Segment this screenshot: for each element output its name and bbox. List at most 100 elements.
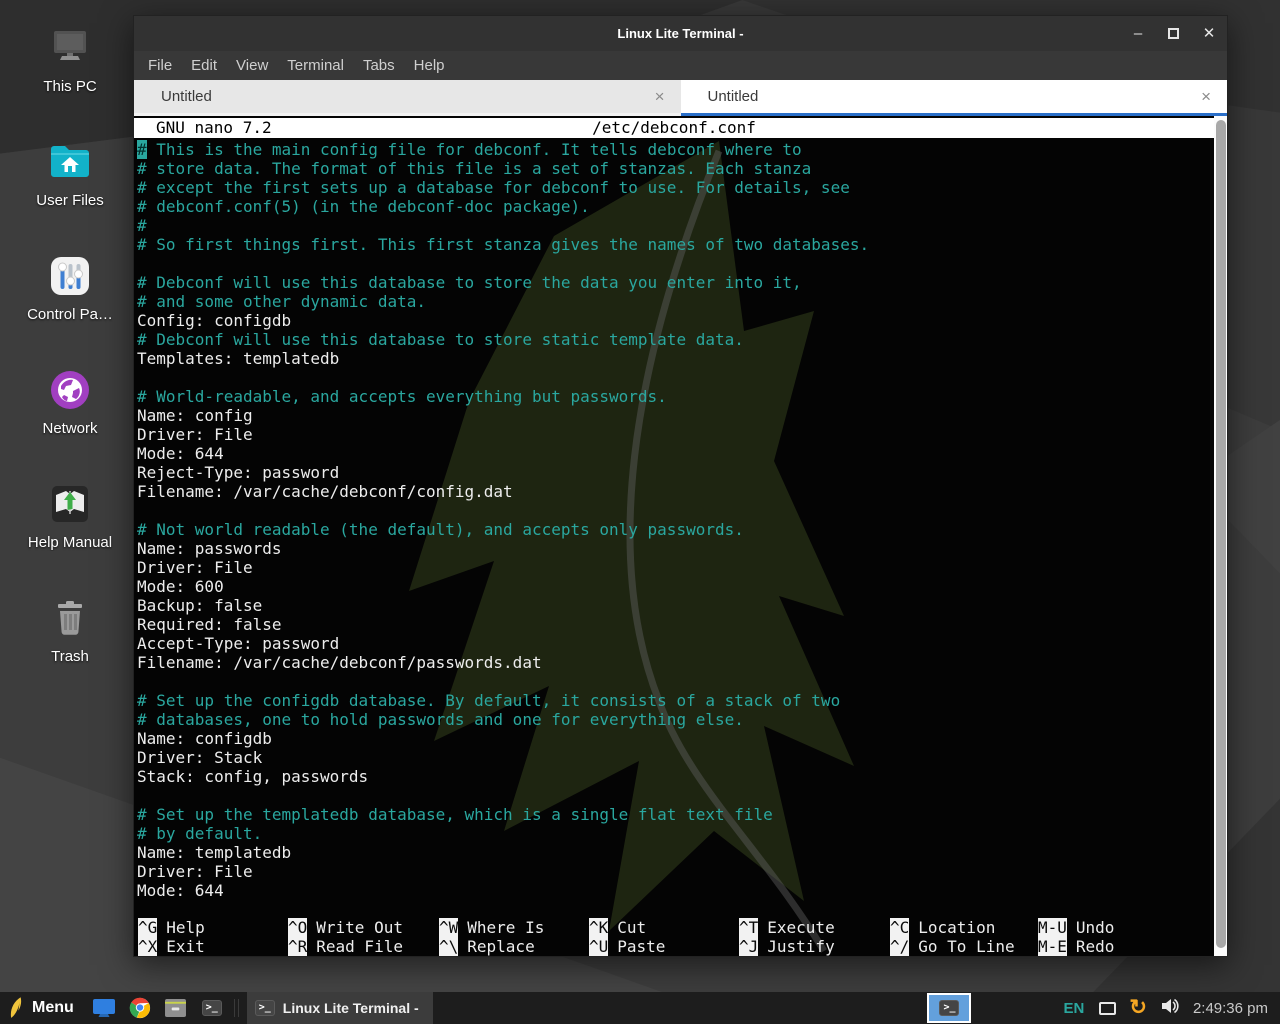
desktop-icon-user-files[interactable]: User Files <box>8 138 132 248</box>
display-tray-icon[interactable] <box>1099 1002 1116 1015</box>
tab-label: Untitled <box>708 88 759 105</box>
nano-line: Driver: File <box>137 558 1211 577</box>
desktop-icon-this-pc[interactable]: This PC <box>8 24 132 134</box>
archive-manager-icon[interactable] <box>163 995 189 1021</box>
nano-file-path: /etc/debconf.conf <box>134 118 1214 138</box>
terminal-launcher-icon[interactable]: >_ <box>199 995 225 1021</box>
taskbar: Menu >_ <box>0 992 1280 1024</box>
shortcut-key: ^G <box>138 918 157 937</box>
tab-untitled-1[interactable]: Untitled × <box>134 80 681 116</box>
nano-line: Driver: File <box>137 425 1211 444</box>
terminal-scrollbar[interactable] <box>1214 116 1227 956</box>
nano-line: # databases, one to hold passwords and o… <box>137 710 1211 729</box>
shortcut-key: M-E <box>1038 937 1067 956</box>
terminal-menubar: File Edit View Terminal Tabs Help <box>134 51 1227 80</box>
tab-label: Untitled <box>161 88 212 105</box>
menu-terminal[interactable]: Terminal <box>278 54 353 77</box>
manual-book-icon <box>46 480 94 528</box>
nano-line: # <box>137 216 1211 235</box>
nano-line: # Set up the configdb database. By defau… <box>137 691 1211 710</box>
globe-icon <box>46 366 94 414</box>
nano-line: # Not world readable (the default), and … <box>137 520 1211 539</box>
minimize-button[interactable]: – <box>1130 26 1146 42</box>
nano-shortcut: M-ERedo <box>1038 937 1114 956</box>
nano-buffer[interactable]: # This is the main config file for debco… <box>137 140 1211 900</box>
nano-shortcut: ^C Location <box>890 918 995 937</box>
desktop-icon-help-manual[interactable]: Help Manual <box>8 480 132 590</box>
desktop-icon-label: Help Manual <box>8 534 132 551</box>
nano-line: Mode: 600 <box>137 577 1211 596</box>
desktop-icon-label: Trash <box>8 648 132 665</box>
nano-shortcut: M-UUndo <box>1038 918 1114 937</box>
nano-line: # Set up the templatedb database, which … <box>137 805 1211 824</box>
nano-shortcut: ^R Read File <box>288 937 403 956</box>
desktop-icon-network[interactable]: Network <box>8 366 132 476</box>
terminal-screen[interactable]: /etc/debconf.conf GNU nano 7.2 # This is… <box>134 116 1227 956</box>
desktop-icon-trash[interactable]: Trash <box>8 594 132 704</box>
chrome-icon[interactable] <box>127 995 153 1021</box>
task-button-terminal[interactable]: >_ Linux Lite Terminal - <box>247 992 433 1024</box>
shortcut-label: Paste <box>617 937 665 956</box>
nano-shortcut: ^OWrite Out <box>288 918 403 937</box>
scrollbar-thumb[interactable] <box>1216 120 1226 948</box>
shortcut-label: Replace <box>467 937 534 956</box>
menu-tabs[interactable]: Tabs <box>354 54 404 77</box>
nano-line: Config: configdb <box>137 311 1211 330</box>
show-desktop-icon[interactable] <box>91 995 117 1021</box>
nano-shortcut: ^G Help <box>138 918 205 937</box>
nano-line: Name: configdb <box>137 729 1211 748</box>
nano-line: # So first things first. This first stan… <box>137 235 1211 254</box>
menu-view[interactable]: View <box>227 54 277 77</box>
updates-tray-icon[interactable]: ↻ <box>1129 998 1147 1018</box>
computer-icon <box>46 24 94 72</box>
desktop-icon-label: User Files <box>8 192 132 209</box>
nano-line: # by default. <box>137 824 1211 843</box>
menu-button[interactable]: Menu <box>32 999 74 1017</box>
terminal-task-icon: >_ <box>255 1000 275 1016</box>
sliders-icon <box>46 252 94 300</box>
shortcut-key: ^T <box>739 918 758 937</box>
keyboard-layout-indicator[interactable]: EN <box>1063 1000 1084 1017</box>
shortcut-key: ^C <box>890 918 909 937</box>
nano-line: Name: config <box>137 406 1211 425</box>
nano-line: Reject-Type: password <box>137 463 1211 482</box>
nano-line <box>137 254 1211 273</box>
close-button[interactable]: ✕ <box>1201 26 1217 42</box>
menu-edit[interactable]: Edit <box>182 54 226 77</box>
linux-lite-logo-icon[interactable] <box>8 996 26 1020</box>
clock[interactable]: 2:49:36 pm <box>1193 1000 1268 1017</box>
menu-file[interactable]: File <box>139 54 181 77</box>
nano-shortcut: ^WWhere Is <box>439 918 544 937</box>
nano-line: Driver: Stack <box>137 748 1211 767</box>
volume-icon[interactable] <box>1161 998 1179 1019</box>
tray-focused-terminal-icon[interactable]: >_ <box>927 993 971 1023</box>
nano-line: # debconf.conf(5) (in the debconf-doc pa… <box>137 197 1211 216</box>
shortcut-label: Help <box>166 918 205 937</box>
window-titlebar[interactable]: Linux Lite Terminal - – ✕ <box>134 16 1227 51</box>
desktop-icon-label: Control Pa… <box>8 306 132 323</box>
text-cursor: # <box>137 140 147 159</box>
nano-shortcuts-row2: ^XExit^RRead File^\Replace^UPaste^JJusti… <box>134 937 1214 956</box>
nano-shortcut: ^\Replace <box>439 937 535 956</box>
maximize-button[interactable] <box>1168 28 1179 39</box>
terminal-tabbar: Untitled × Untitled × <box>134 80 1227 116</box>
shortcut-label: Undo <box>1076 918 1115 937</box>
tab-close-icon[interactable]: × <box>1201 88 1211 105</box>
desktop-icon-control-panel[interactable]: Control Pa… <box>8 252 132 362</box>
shortcut-key: ^/ <box>890 937 909 956</box>
tab-close-icon[interactable]: × <box>655 88 665 105</box>
shortcut-label: Location <box>918 918 995 937</box>
nano-line <box>137 501 1211 520</box>
nano-line: Required: false <box>137 615 1211 634</box>
nano-line: Mode: 644 <box>137 444 1211 463</box>
tab-untitled-2[interactable]: Untitled × <box>681 80 1228 116</box>
nano-line: # Debconf will use this database to stor… <box>137 330 1211 349</box>
menu-help[interactable]: Help <box>405 54 454 77</box>
shortcut-label: Exit <box>166 937 205 956</box>
shortcut-key: ^O <box>288 918 307 937</box>
shortcut-label: Read File <box>316 937 403 956</box>
taskbar-separator <box>234 999 239 1017</box>
shortcut-key: ^R <box>288 937 307 956</box>
nano-shortcut: ^/Go To Line <box>890 937 1015 956</box>
shortcut-key: ^X <box>138 937 157 956</box>
